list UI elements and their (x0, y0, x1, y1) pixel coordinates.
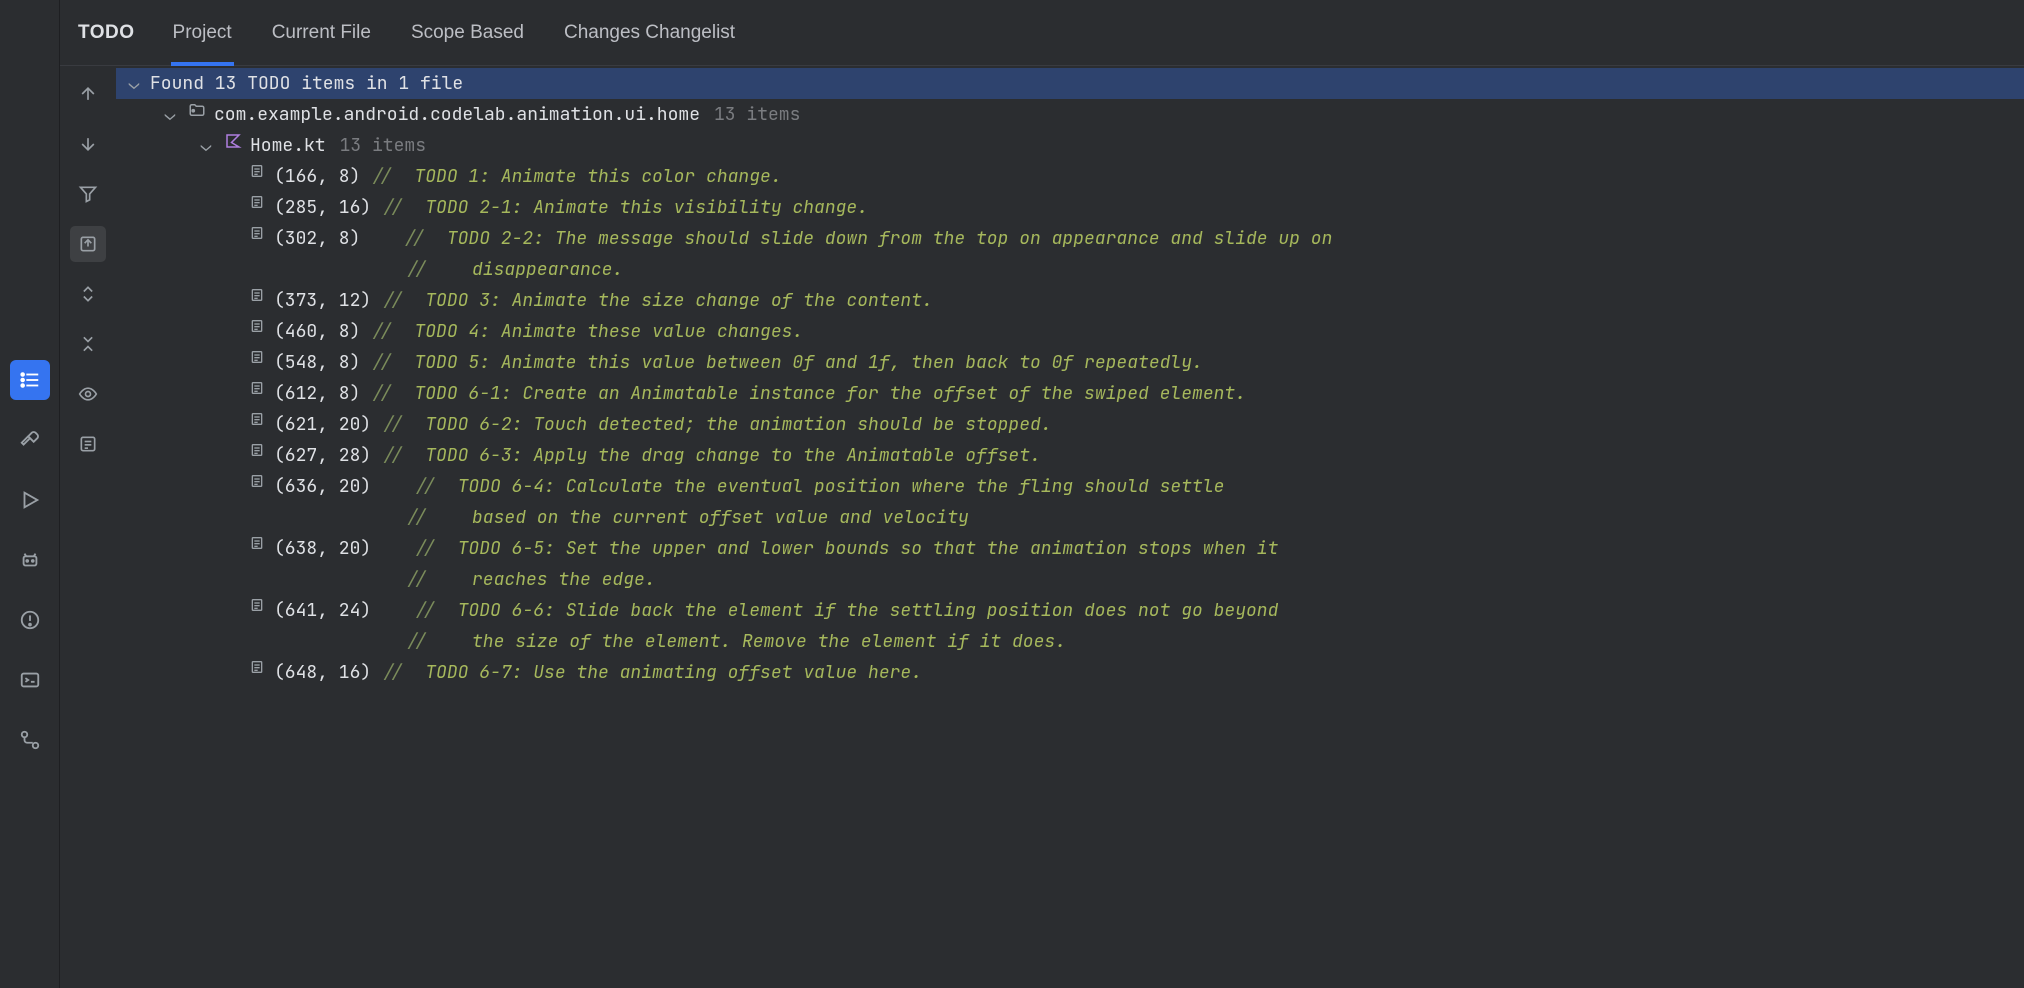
summary-text: Found 13 TODO items in 1 file (150, 70, 463, 97)
todo-location: (612, 8) (274, 382, 360, 405)
chevron-down-icon[interactable]: ⌄ (196, 132, 216, 159)
todo-item[interactable]: (627, 28) // TODO 6-3: Apply the drag ch… (116, 440, 2024, 471)
preview-icon[interactable] (70, 376, 106, 412)
text-file-icon (246, 349, 268, 365)
run-tool-icon[interactable] (10, 480, 50, 520)
text-file-icon (246, 225, 268, 241)
todo-location: (302, 8) (274, 227, 360, 250)
kotlin-file-icon (222, 132, 244, 150)
todo-text: TODO 2-2: The message should slide down … (447, 227, 1333, 250)
summary-row[interactable]: ⌄ Found 13 TODO items in 1 file (116, 68, 2024, 99)
todo-item-continuation: //the size of the element. Remove the el… (116, 626, 2024, 657)
text-file-icon (246, 380, 268, 396)
todo-item[interactable]: (302, 8) // TODO 2-2: The message should… (116, 223, 2024, 254)
file-row[interactable]: ⌄ Home.kt 13 items (116, 130, 2024, 161)
preview-usages-icon[interactable] (70, 426, 106, 462)
todo-text: TODO 1: Animate this color change. (414, 165, 781, 188)
logcat-tool-icon[interactable] (10, 540, 50, 580)
collapse-expand-icon[interactable] (70, 326, 106, 362)
todo-item[interactable]: (612, 8) // TODO 6-1: Create an Animatab… (116, 378, 2024, 409)
text-file-icon (246, 659, 268, 675)
todo-location: (621, 20) (274, 413, 371, 436)
package-row[interactable]: ⌄ com.example.android.codelab.animation.… (116, 99, 2024, 130)
filter-icon[interactable] (70, 176, 106, 212)
todo-location: (638, 20) (274, 537, 371, 560)
todo-location: (636, 20) (274, 475, 371, 498)
todo-text: TODO 4: Animate these value changes. (414, 320, 803, 343)
todo-item-continuation: //disappearance. (116, 254, 2024, 285)
todo-location: (460, 8) (274, 320, 360, 343)
text-file-icon (246, 597, 268, 613)
build-tool-icon[interactable] (10, 420, 50, 460)
arrow-down-icon[interactable] (70, 126, 106, 162)
todo-tool-icon[interactable] (10, 360, 50, 400)
text-file-icon (246, 535, 268, 551)
todo-tree[interactable]: ⌄ Found 13 TODO items in 1 file ⌄ com.ex… (116, 66, 2024, 988)
problems-tool-icon[interactable] (10, 600, 50, 640)
tool-column (60, 66, 116, 988)
text-file-icon (246, 473, 268, 489)
file-count: 13 items (340, 132, 426, 159)
todo-item[interactable]: (638, 20) // TODO 6-5: Set the upper and… (116, 533, 2024, 564)
autoscroll-icon[interactable] (70, 226, 106, 262)
left-rail (0, 0, 60, 988)
todo-text: TODO 2-1: Animate this visibility change… (425, 196, 868, 219)
folder-icon (186, 101, 208, 119)
tabs-row: TODO Project Current File Scope Based Ch… (60, 0, 2024, 66)
tab-current-file[interactable]: Current File (270, 0, 373, 66)
todo-item-continuation: //reaches the edge. (116, 564, 2024, 595)
text-file-icon (246, 411, 268, 427)
todo-item[interactable]: (285, 16) // TODO 2-1: Animate this visi… (116, 192, 2024, 223)
vcs-tool-icon[interactable] (10, 720, 50, 760)
todo-item-continuation: //based on the current offset value and … (116, 502, 2024, 533)
todo-item[interactable]: (373, 12) // TODO 3: Animate the size ch… (116, 285, 2024, 316)
chevron-down-icon[interactable]: ⌄ (124, 70, 144, 97)
text-file-icon (246, 163, 268, 179)
todo-location: (641, 24) (274, 599, 371, 622)
tab-changes-changelist[interactable]: Changes Changelist (562, 0, 737, 66)
todo-location: (648, 16) (274, 661, 371, 684)
todo-text: TODO 6-5: Set the upper and lower bounds… (458, 537, 1279, 560)
text-file-icon (246, 318, 268, 334)
file-name: Home.kt (250, 132, 326, 159)
text-file-icon (246, 194, 268, 210)
todo-item[interactable]: (548, 8) // TODO 5: Animate this value b… (116, 347, 2024, 378)
expand-collapse-icon[interactable] (70, 276, 106, 312)
todo-item[interactable]: (621, 20) // TODO 6-2: Touch detected; t… (116, 409, 2024, 440)
todo-text: TODO 6-1: Create an Animatable instance … (414, 382, 1246, 405)
todo-item[interactable]: (648, 16) // TODO 6-7: Use the animating… (116, 657, 2024, 688)
todo-text: TODO 6-6: Slide back the element if the … (458, 599, 1279, 622)
chevron-down-icon[interactable]: ⌄ (160, 101, 180, 128)
todo-item[interactable]: (636, 20) // TODO 6-4: Calculate the eve… (116, 471, 2024, 502)
arrow-up-icon[interactable] (70, 76, 106, 112)
todo-location: (285, 16) (274, 196, 371, 219)
todo-text: TODO 6-3: Apply the drag change to the A… (425, 444, 1041, 467)
terminal-tool-icon[interactable] (10, 660, 50, 700)
package-name: com.example.android.codelab.animation.ui… (214, 101, 700, 128)
package-count: 13 items (714, 101, 800, 128)
todo-item[interactable]: (641, 24) // TODO 6-6: Slide back the el… (116, 595, 2024, 626)
tab-scope-based[interactable]: Scope Based (409, 0, 526, 66)
todo-text: TODO 6-4: Calculate the eventual positio… (458, 475, 1225, 498)
todo-text: TODO 3: Animate the size change of the c… (425, 289, 933, 312)
panel-title: TODO (78, 22, 135, 44)
todo-location: (166, 8) (274, 165, 360, 188)
todo-location: (627, 28) (274, 444, 371, 467)
todo-location: (548, 8) (274, 351, 360, 374)
todo-text: TODO 6-2: Touch detected; the animation … (425, 413, 1051, 436)
tab-project[interactable]: Project (171, 0, 234, 66)
todo-text: TODO 6-7: Use the animating offset value… (425, 661, 922, 684)
text-file-icon (246, 287, 268, 303)
text-file-icon (246, 442, 268, 458)
todo-item[interactable]: (166, 8) // TODO 1: Animate this color c… (116, 161, 2024, 192)
todo-text: TODO 5: Animate this value between 0f an… (414, 351, 1202, 374)
todo-location: (373, 12) (274, 289, 371, 312)
todo-item[interactable]: (460, 8) // TODO 4: Animate these value … (116, 316, 2024, 347)
